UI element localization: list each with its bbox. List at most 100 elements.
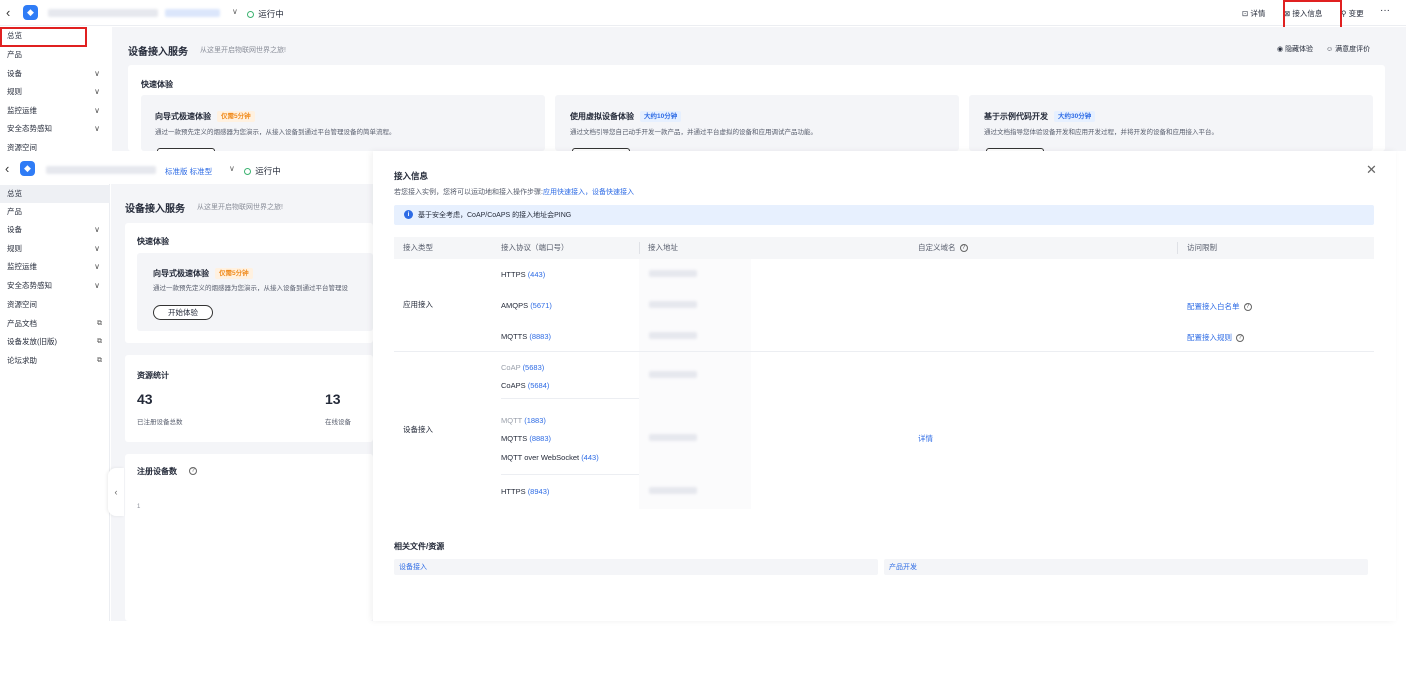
sidebar-item-rules[interactable]: 规则 ∨ — [0, 83, 110, 101]
hide-experience-button[interactable]: ◉ 隐藏体验 — [1277, 44, 1313, 54]
access-rules-link[interactable]: 配置接入规则? — [1187, 332, 1244, 343]
sidebar-item-product[interactable]: 产品 — [0, 203, 110, 221]
running-status: 运行中 — [244, 165, 281, 177]
address-column — [639, 259, 751, 509]
chevron-left-icon: ‹ — [114, 487, 118, 497]
chevron-down-icon[interactable]: ∨ — [229, 164, 235, 173]
registered-devices-card: 注册设备数 ? 1 — [125, 454, 373, 621]
address-redacted — [649, 371, 697, 378]
column-header: 接入协议（端口号） — [501, 243, 569, 252]
collapse-sidebar-toggle[interactable]: ‹ — [108, 468, 124, 516]
protocol-row: HTTPS (8943) — [501, 487, 550, 496]
back-arrow-icon[interactable]: ‹ — [5, 161, 9, 176]
help-icon[interactable]: ? — [1243, 303, 1252, 312]
quick-experience-card: 快速体验 向导式极速体验 仅需5分钟 通过一款预先定义的烟感器为您演示，从接入设备… — [125, 223, 373, 343]
app-quick-access-link[interactable]: 应用快速接入 — [543, 189, 585, 196]
quick-card-virtual[interactable]: 使用虚拟设备体验 大约10分钟 通过文档引导您自己动手开发一款产品，并通过平台虚拟… — [555, 95, 959, 154]
sidebar-item-device[interactable]: 设备 ∨ — [0, 65, 110, 83]
column-header: 接入地址 — [648, 243, 678, 252]
chevron-down-icon: ∨ — [94, 69, 100, 78]
protocol-row: MQTTS (8883) — [501, 332, 552, 341]
info-icon: i — [404, 210, 413, 219]
section-title: 快速体验 — [137, 237, 169, 246]
sidebar-item-device[interactable]: 设备 ∨ — [0, 221, 110, 239]
sidebar-item-product-docs[interactable]: 产品文档 ⧉ — [0, 315, 110, 333]
status-dot-icon — [244, 167, 251, 175]
sidebar-item-rules[interactable]: 规则 ∨ — [0, 240, 110, 258]
related-card-device-access[interactable]: 设备接入 — [394, 559, 878, 575]
more-button[interactable]: ··· — [1380, 5, 1390, 16]
instance-name-redacted — [46, 166, 156, 174]
chevron-down-icon: ∨ — [94, 225, 100, 234]
chevron-down-icon: ∨ — [94, 244, 100, 253]
protocol-row: MQTTS (8883) — [501, 434, 552, 443]
access-type-app: 应用接入 — [403, 300, 433, 309]
access-whitelist-link[interactable]: 配置接入白名单? — [1187, 301, 1252, 312]
sidebar-item-security[interactable]: 安全态势感知 ∨ — [0, 277, 110, 295]
page-subtitle: 从这里开启物联网世界之旅! — [197, 204, 283, 211]
running-status: 运行中 — [247, 8, 284, 20]
change-button[interactable]: ⚲ 变更 — [1341, 8, 1364, 19]
sidebar-front: 总览 产品 设备 ∨ 规则 ∨ 监控运维 ∨ 安全态势感知 ∨ 资源空间 产品文档 ⧉ 设… — [0, 184, 110, 621]
address-redacted — [649, 434, 697, 441]
security-notice: i 基于安全考虑，CoAP/CoAPS 的接入地址会PING — [394, 205, 1374, 225]
edition-label: 标准版 标准型 — [165, 167, 213, 176]
chevron-down-icon[interactable]: ∨ — [232, 7, 238, 16]
sidebar-item-forum[interactable]: 论坛求助 ⧉ — [0, 352, 110, 370]
close-icon[interactable]: ✕ — [1366, 162, 1377, 178]
help-icon[interactable]: ? — [189, 467, 197, 475]
quick-experience-card: 快速体验 向导式极速体验 仅需5分钟 通过一款预先定义的烟感器为您演示，从接入设备… — [128, 65, 1385, 154]
details-button[interactable]: ⊡ 详情 — [1242, 8, 1265, 19]
related-resources-title: 相关文件/资源 — [394, 542, 445, 551]
start-experience-button[interactable]: 开始体验 — [153, 305, 213, 320]
help-icon[interactable]: ? — [959, 244, 968, 253]
help-icon[interactable]: ? — [1236, 334, 1244, 343]
quick-card-guided[interactable]: 向导式极速体验 仅需5分钟 通过一款预先定义的烟感器为您演示，从接入设备到通过平台… — [141, 95, 545, 154]
chevron-down-icon: ∨ — [94, 124, 100, 133]
column-header: 访问限制 — [1187, 243, 1217, 252]
main-front: 设备接入服务 从这里开启物联网世界之旅! 快速体验 向导式极速体验 仅需5分钟 通… — [111, 184, 373, 621]
sidebar-item-resource-space[interactable]: 资源空间 — [0, 139, 110, 151]
page-title: 设备接入服务 — [128, 47, 188, 58]
protocol-row: HTTPS (443) — [501, 270, 546, 279]
related-card-product-dev[interactable]: 产品开发 — [884, 559, 1368, 575]
main-back: 设备接入服务 从这里开启物联网世界之旅! ◉ 隐藏体验 ☺ 满意度评价 快速体验… — [112, 27, 1406, 154]
section-title: 快速体验 — [141, 80, 173, 89]
external-link-icon: ⧉ — [97, 338, 102, 345]
quick-card-sample-code[interactable]: 基于示例代码开发 大约30分钟 通过文档指导您体验设备开发和应用开发过程，并将开发… — [969, 95, 1373, 154]
page-subtitle: 从这里开启物联网世界之旅! — [200, 47, 286, 54]
address-redacted — [649, 301, 697, 308]
chevron-down-icon: ∨ — [94, 281, 100, 290]
address-redacted — [649, 270, 697, 277]
section-title: 资源统计 — [137, 371, 169, 380]
quick-card-guided[interactable]: 向导式极速体验 仅需5分钟 通过一款预先定义的烟感器为您演示，从接入设备到通过平台… — [137, 253, 373, 331]
drawer-intro: 若您接入实例，您将可以运动地和接入操作步骤:应用快速接入，设备快速接入 — [394, 189, 634, 196]
custom-domain-details-link[interactable]: 详情 — [918, 433, 933, 444]
sidebar-item-overview[interactable]: 总览 — [0, 185, 110, 203]
sidebar-item-monitoring[interactable]: 监控运维 ∨ — [0, 258, 110, 276]
back-arrow-icon[interactable]: ‹ — [6, 5, 10, 20]
external-link-icon: ⧉ — [97, 320, 102, 327]
satisfaction-button[interactable]: ☺ 满意度评价 — [1326, 44, 1370, 54]
sidebar-item-security[interactable]: 安全态势感知 ∨ — [0, 120, 110, 138]
access-type-device: 设备接入 — [403, 425, 433, 434]
stat-registered-value: 43 — [137, 391, 153, 407]
iotda-logo-icon: ◆ — [20, 161, 35, 176]
protocol-row: AMQPS (5671) — [501, 301, 552, 310]
device-quick-access-link[interactable]: 设备快速接入 — [592, 189, 634, 196]
duration-tag: 仅需5分钟 — [215, 268, 253, 280]
sidebar-item-monitoring[interactable]: 监控运维 ∨ — [0, 102, 110, 120]
edition-redacted — [165, 9, 220, 17]
highlight-overview — [0, 27, 87, 47]
top-header-front: ‹ ◆ 标准版 标准型 ∨ 运行中 — [0, 151, 373, 184]
address-redacted — [649, 487, 697, 494]
details-icon: ⊡ — [1242, 9, 1249, 18]
sidebar-item-device-provisioning[interactable]: 设备发放(旧版) ⧉ — [0, 333, 110, 351]
drawer-title: 接入信息 — [394, 171, 429, 181]
sidebar-item-resource-space[interactable]: 资源空间 — [0, 296, 110, 314]
duration-tag: 大约30分钟 — [1054, 111, 1096, 123]
iotda-logo-icon: ◆ — [23, 5, 38, 20]
sidebar-item-product[interactable]: 产品 — [0, 46, 110, 64]
column-header-custom-domain: 自定义域名? — [918, 237, 968, 259]
page-title: 设备接入服务 — [125, 204, 185, 215]
